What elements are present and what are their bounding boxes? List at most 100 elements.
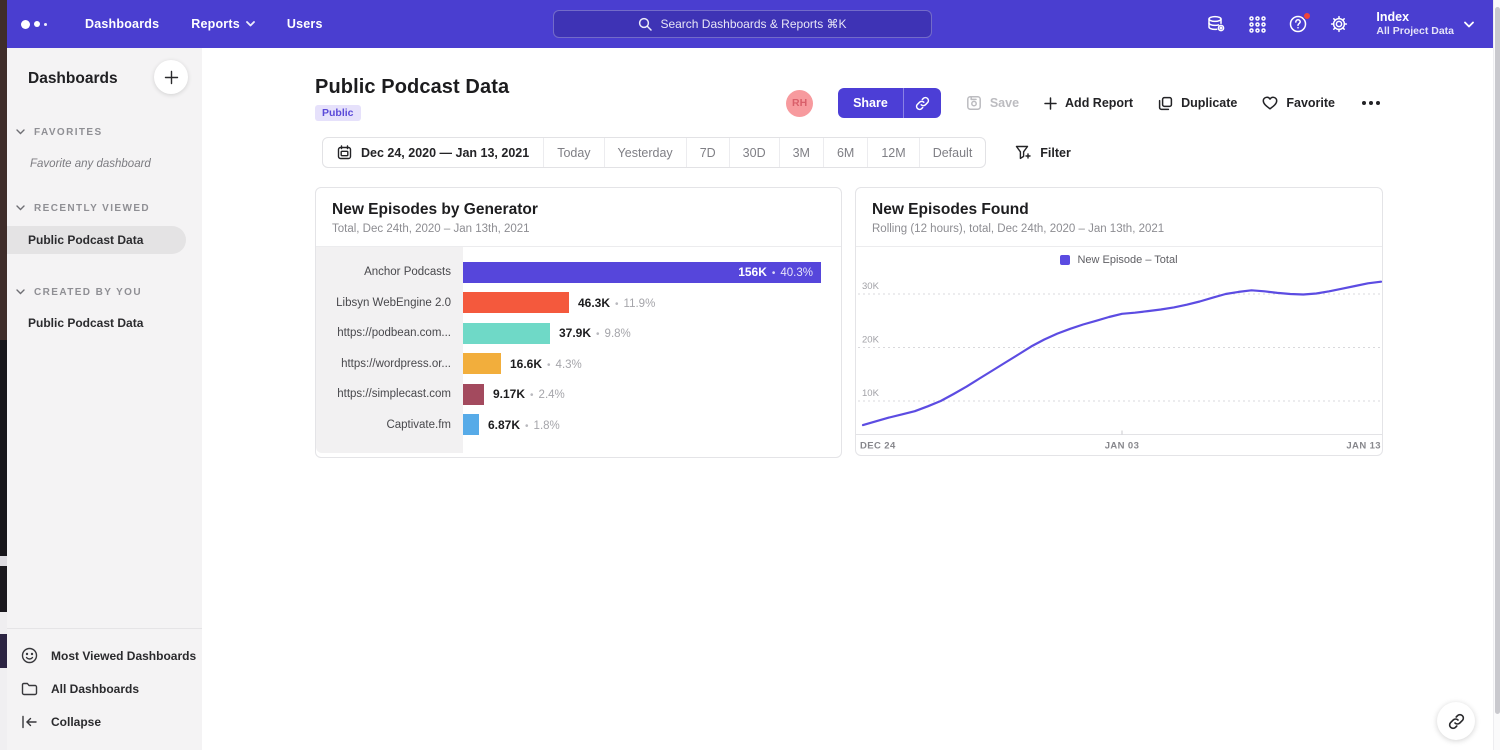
filter-label: Filter [1040,146,1071,160]
chevron-down-icon [16,129,25,135]
chevron-down-icon [1464,21,1474,28]
bar-track: 37.9K•9.8% [463,323,841,344]
save-label: Save [990,96,1019,110]
nav-item-label: Reports [191,17,240,31]
date-range-picker[interactable]: Dec 24, 2020 — Jan 13, 2021 [323,138,543,167]
scrollbar-thumb[interactable] [1495,7,1500,714]
heart-icon [1262,96,1278,110]
bar-value: 37.9K•9.8% [559,326,631,340]
quick-range-today[interactable]: Today [543,138,603,167]
bar-segment[interactable] [463,292,569,313]
duplicate-button[interactable]: Duplicate [1158,96,1237,111]
visibility-badge: Public [315,105,361,121]
favorites-hint: Favorite any dashboard [7,158,202,170]
logo-dot-icon [34,21,40,27]
save-icon [966,95,982,111]
favorite-button[interactable]: Favorite [1262,96,1335,110]
nav-item-label: Dashboards [85,17,159,31]
page-title: Public Podcast Data [315,76,509,99]
bar-value: 46.3K•11.9% [578,296,655,310]
sidebar-title: Dashboards [28,70,118,88]
bar-track: 156K•40.3% [463,262,841,283]
floating-link-button[interactable] [1437,702,1475,740]
link-icon [1448,713,1465,730]
page-scrollbar[interactable] [1493,0,1500,750]
line-series[interactable] [863,282,1381,425]
share-button-label[interactable]: Share [838,88,903,118]
card-title: New Episodes by Generator [332,201,825,219]
data-sources-icon[interactable] [1206,14,1226,34]
bar-category-label: Anchor Podcasts [316,266,463,278]
link-icon [915,96,930,111]
quick-range-30d[interactable]: 30D [729,138,779,167]
save-button[interactable]: Save [966,95,1019,111]
nav-item-users[interactable]: Users [287,17,323,31]
main-content: Public Podcast Data Public RH Share Save… [202,48,1500,750]
sidebar-item-public-podcast-data[interactable]: Public Podcast Data [7,309,202,337]
window-edge-strip [0,0,7,750]
date-range-bar: Dec 24, 2020 — Jan 13, 2021 TodayYesterd… [322,137,986,168]
card-header: New Episodes by Generator Total, Dec 24t… [316,188,841,247]
bar-row: Libsyn WebEngine 2.046.3K•11.9% [316,288,841,319]
add-report-button[interactable]: Add Report [1044,96,1133,110]
share-button[interactable]: Share [838,88,941,118]
quick-range-6m[interactable]: 6M [823,138,867,167]
most-viewed-dashboards-button[interactable]: Most Viewed Dashboards [7,639,202,672]
card-title: New Episodes Found [872,201,1366,219]
plus-icon [164,70,179,85]
card-new-episodes-found: New Episodes Found Rolling (12 hours), t… [855,187,1383,456]
bar-row: Captivate.fm6.87K•1.8% [316,410,841,441]
search-input[interactable]: Search Dashboards & Reports ⌘K [553,10,932,38]
card-new-episodes-by-generator: New Episodes by Generator Total, Dec 24t… [315,187,842,458]
bar-value: 156K•40.3% [738,265,813,279]
bar-track: 46.3K•11.9% [463,292,841,313]
nav-item-dashboards[interactable]: Dashboards [85,17,159,31]
sidebar-footer: Most Viewed Dashboards All Dashboards Co… [7,628,202,750]
header-actions: RH Share Save Add Report Duplicate Favor… [786,88,1382,118]
app-logo[interactable] [21,20,47,29]
section-favorites[interactable]: FAVORITES [7,124,202,140]
sidebar-item-public-podcast-data[interactable]: Public Podcast Data [7,226,186,254]
date-controls: Dec 24, 2020 — Jan 13, 2021 TodayYesterd… [322,137,1071,168]
all-dashboards-button[interactable]: All Dashboards [7,672,202,705]
filter-button[interactable]: Filter [1015,145,1071,160]
quick-range-3m[interactable]: 3M [779,138,823,167]
bar-chart: Anchor Podcasts 156K•40.3% Libsyn WebEngin… [316,247,841,453]
project-scope: All Project Data [1376,25,1454,38]
bar-value: 9.17K•2.4% [493,387,565,401]
quick-range-default[interactable]: Default [919,138,986,167]
quick-range-12m[interactable]: 12M [867,138,918,167]
share-link-button[interactable] [903,88,941,118]
project-switcher[interactable]: Index All Project Data [1376,10,1474,38]
bar-segment[interactable]: 156K•40.3% [463,262,821,283]
add-dashboard-button[interactable] [154,60,188,94]
chevron-down-icon [246,21,255,27]
nav-item-label: Users [287,17,323,31]
quick-range-7d[interactable]: 7D [686,138,729,167]
bar-segment[interactable] [463,384,484,405]
bar-segment[interactable] [463,414,479,435]
apps-grid-icon[interactable] [1247,14,1267,34]
bar-row: https://simplecast.com9.17K•2.4% [316,379,841,410]
quick-ranges: TodayYesterday7D30D3M6M12MDefault [543,138,985,167]
settings-gear-icon[interactable] [1329,14,1349,34]
footer-item-label: Collapse [51,715,101,729]
bar-row: Anchor Podcasts 156K•40.3% [316,257,841,288]
section-created-by-you[interactable]: CREATED BY YOU [7,284,202,300]
logo-dot-icon [44,23,47,26]
legend-label: New Episode – Total [1077,254,1177,266]
help-icon[interactable] [1288,14,1308,34]
chevron-down-icon [16,289,25,295]
chevron-down-icon [16,205,25,211]
collapse-sidebar-button[interactable]: Collapse [7,705,202,738]
bar-value: 6.87K•1.8% [488,418,560,432]
quick-range-yesterday[interactable]: Yesterday [604,138,686,167]
more-options-button[interactable] [1360,97,1382,109]
card-header: New Episodes Found Rolling (12 hours), t… [856,188,1382,247]
section-recently-viewed[interactable]: RECENTLY VIEWED [7,200,202,216]
bar-segment[interactable] [463,323,550,344]
nav-item-reports[interactable]: Reports [191,17,255,31]
bar-row: https://podbean.com...37.9K•9.8% [316,318,841,349]
bar-segment[interactable] [463,353,501,374]
avatar[interactable]: RH [786,90,813,117]
